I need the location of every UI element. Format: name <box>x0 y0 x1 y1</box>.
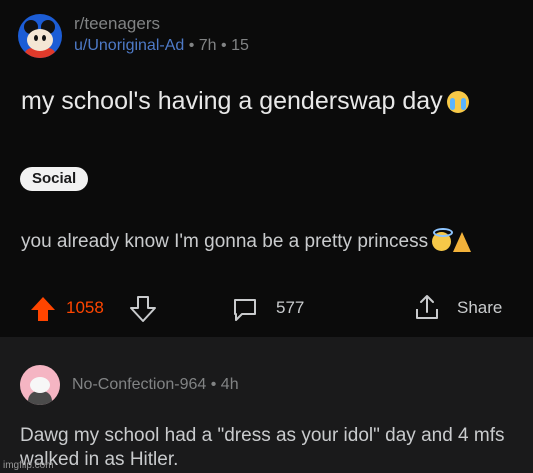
post-age: • 7h • 15 <box>184 37 249 54</box>
post-body-text: you already know I'm gonna be a pretty p… <box>21 231 429 252</box>
post-flair[interactable]: Social <box>20 167 89 191</box>
vote-score: 1058 <box>66 298 104 317</box>
downvote-arrow-icon[interactable] <box>128 294 158 324</box>
subreddit-name[interactable]: r/teenagers <box>74 14 160 34</box>
post-title-text: my school's having a genderswap day <box>21 87 443 115</box>
comment-text: Dawg my school had a "dress as your idol… <box>20 425 505 470</box>
post-card: r/teenagers u/Unoriginal-Ad • 7h • 15 my… <box>0 0 533 337</box>
post-title[interactable]: my school's having a genderswap day <box>21 84 521 118</box>
user-avatar[interactable] <box>20 365 60 405</box>
crying-face-icon <box>446 91 469 114</box>
post-meta: u/Unoriginal-Ad • 7h • 15 <box>74 37 249 55</box>
post-action-bar: 1058 577 Share <box>0 290 533 326</box>
upvote-arrow-icon[interactable] <box>28 294 58 324</box>
halo-face-icon <box>432 228 454 252</box>
subreddit-avatar[interactable] <box>18 14 62 58</box>
share-icon[interactable] <box>412 292 442 322</box>
praying-hands-icon <box>453 231 472 252</box>
comment-count[interactable]: 577 <box>276 298 304 318</box>
share-button[interactable]: Share <box>457 298 502 318</box>
watermark: imgflip.com <box>3 460 54 471</box>
comment-meta: No-Confection-964 • 4h <box>72 376 239 394</box>
comment-card: No-Confection-964 • 4h Dawg my school ha… <box>0 337 533 473</box>
comment-author[interactable]: No-Confection-964 <box>72 376 206 393</box>
comment-age: • 4h <box>206 376 239 393</box>
post-body: you already know I'm gonna be a pretty p… <box>21 228 521 255</box>
comment-bubble-icon[interactable] <box>230 294 260 324</box>
post-author-link[interactable]: u/Unoriginal-Ad <box>74 37 184 54</box>
